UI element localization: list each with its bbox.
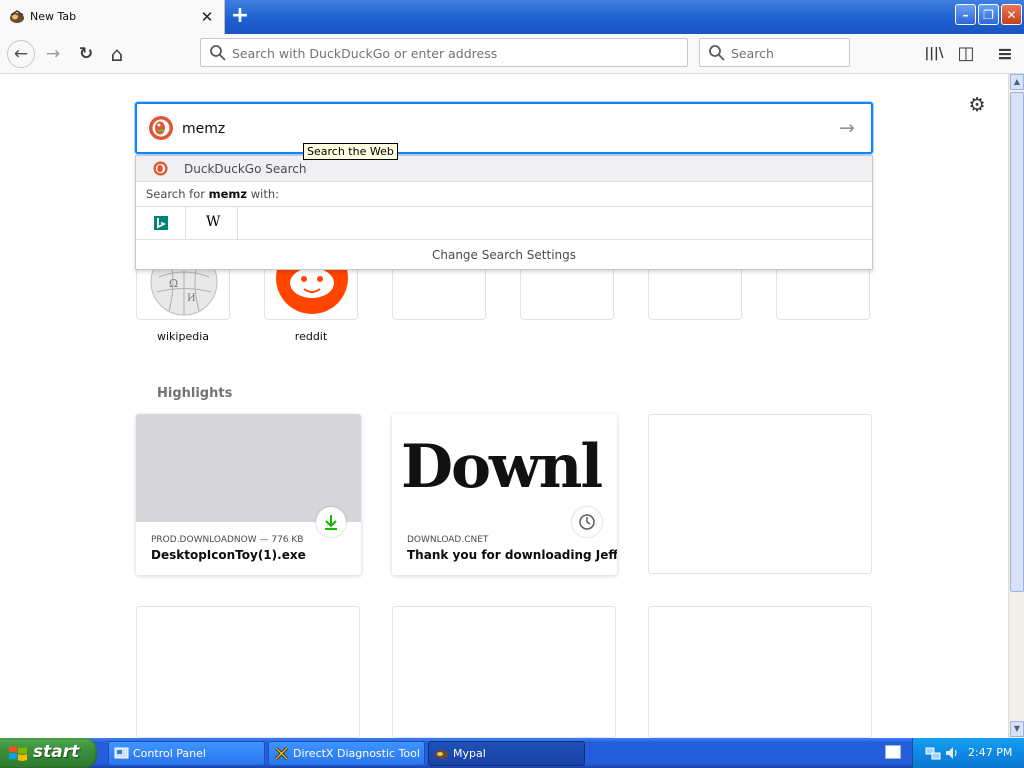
- search-for-row: Search for memz with:: [136, 182, 872, 207]
- highlight-placeholder: [136, 606, 360, 738]
- svg-text:Ω: Ω: [169, 277, 178, 290]
- wikipedia-engine-button[interactable]: W: [188, 207, 238, 239]
- highlight-placeholder: [648, 414, 872, 574]
- top-site-empty[interactable]: [776, 266, 870, 320]
- search-icon: [709, 45, 725, 61]
- vertical-scrollbar[interactable]: ▲ ▼: [1008, 74, 1024, 738]
- search-bar[interactable]: Search: [699, 38, 850, 67]
- sidebar-icon[interactable]: ◫: [954, 42, 978, 66]
- search-for-suffix: with:: [247, 187, 280, 201]
- highlight-source: PROD.DOWNLOADNOW — 776 KB: [151, 535, 304, 545]
- address-bar[interactable]: Search with DuckDuckGo or enter address: [200, 38, 688, 67]
- task-label: Mypal: [453, 747, 486, 760]
- tab-close-icon[interactable]: ✕: [198, 8, 216, 26]
- home-button[interactable]: ⌂: [105, 42, 129, 66]
- task-label: DirectX Diagnostic Tool: [293, 747, 420, 760]
- scroll-thumb[interactable]: [1010, 92, 1024, 592]
- search-suggestions-popup: DuckDuckGo Search Search for memz with: …: [135, 155, 873, 270]
- highlight-card[interactable]: PROD.DOWNLOADNOW — 776 KB DesktopIconToy…: [136, 414, 361, 575]
- bing-engine-button[interactable]: [136, 207, 186, 239]
- system-tray: 2:47 PM: [912, 738, 1024, 768]
- menu-icon[interactable]: ≡: [993, 42, 1017, 66]
- close-window-button[interactable]: ✕: [1001, 4, 1022, 25]
- duckduckgo-icon: [149, 116, 173, 140]
- restore-button[interactable]: ❐: [978, 4, 999, 25]
- top-site-label: wikipedia: [156, 330, 209, 343]
- highlight-placeholder: [648, 606, 872, 738]
- search-for-text: Search for memz with:: [146, 187, 279, 201]
- download-icon: [316, 507, 346, 537]
- forward-button[interactable]: →: [41, 42, 65, 66]
- top-site-reddit[interactable]: [264, 266, 358, 320]
- top-site-wikipedia[interactable]: Ω И: [136, 266, 230, 320]
- thumbnail-text: Downl: [401, 432, 603, 502]
- change-search-settings-button[interactable]: Change Search Settings: [136, 240, 872, 270]
- highlight-title: Thank you for downloading Jeff'...: [407, 548, 617, 562]
- top-site-label: reddit: [294, 330, 328, 343]
- reload-button[interactable]: ↻: [74, 42, 98, 66]
- search-icon: [210, 45, 226, 61]
- search-for-term: memz: [208, 187, 248, 201]
- settings-gear-icon[interactable]: ⚙: [966, 94, 988, 116]
- search-placeholder: Search: [731, 46, 774, 61]
- clock[interactable]: 2:47 PM: [968, 746, 1012, 759]
- start-button[interactable]: start: [0, 738, 97, 768]
- new-tab-button[interactable]: +: [228, 5, 252, 29]
- minimize-button[interactable]: –: [955, 4, 976, 25]
- taskbar-item-mypal[interactable]: Mypal: [428, 741, 585, 766]
- control-panel-icon: [114, 747, 129, 759]
- one-off-engines-row: W: [136, 207, 872, 240]
- top-site-empty[interactable]: [648, 266, 742, 320]
- library-icon[interactable]: |||\: [922, 42, 946, 66]
- search-go-arrow-icon[interactable]: →: [836, 117, 858, 139]
- duckduckgo-icon: [153, 161, 168, 176]
- top-site-empty[interactable]: [520, 266, 614, 320]
- highlight-title: DesktopIconToy(1).exe: [151, 548, 306, 562]
- directx-icon: [274, 746, 289, 761]
- highlights-heading: Highlights: [157, 386, 233, 401]
- engine-label: DuckDuckGo Search: [184, 162, 307, 176]
- tab-title: New Tab: [30, 10, 77, 23]
- highlight-source: DOWNLOAD.CNET: [407, 535, 489, 545]
- clock-icon: [572, 507, 602, 537]
- keyboard-icon[interactable]: [885, 745, 901, 759]
- address-placeholder: Search with DuckDuckGo or enter address: [232, 46, 498, 61]
- mypal-icon: [435, 750, 448, 759]
- tooltip: Search the Web: [303, 143, 398, 160]
- reddit-icon: [276, 267, 348, 314]
- bing-icon: [154, 216, 168, 230]
- highlight-thumbnail: [136, 414, 361, 522]
- taskbar-item-directx[interactable]: DirectX Diagnostic Tool: [268, 741, 425, 766]
- search-for-prefix: Search for: [146, 187, 209, 201]
- tab-new-tab[interactable]: New Tab ✕: [0, 0, 225, 34]
- speaker-icon[interactable]: [944, 745, 960, 761]
- task-label: Control Panel: [133, 747, 206, 760]
- mypal-favicon-icon: [10, 10, 24, 23]
- top-site-empty[interactable]: [392, 266, 486, 320]
- engine-row[interactable]: DuckDuckGo Search: [136, 156, 872, 182]
- scroll-up-icon[interactable]: ▲: [1010, 74, 1024, 90]
- highlight-placeholder: [392, 606, 616, 738]
- newtab-search-input[interactable]: memz →: [135, 102, 873, 154]
- scroll-down-icon[interactable]: ▼: [1010, 721, 1024, 737]
- taskbar-item-control-panel[interactable]: Control Panel: [108, 741, 265, 766]
- network-icon[interactable]: [925, 745, 941, 761]
- wikipedia-globe-icon: Ω И: [150, 267, 218, 316]
- highlight-thumbnail: Downl: [392, 414, 617, 522]
- back-button[interactable]: ←: [7, 40, 35, 68]
- search-query-text: memz: [182, 121, 226, 137]
- windows-flag-icon: [9, 746, 27, 761]
- wikipedia-icon: W: [206, 214, 221, 230]
- highlight-card[interactable]: Downl DOWNLOAD.CNET Thank you for downlo…: [392, 414, 617, 575]
- start-label: start: [33, 742, 80, 762]
- svg-text:И: И: [187, 293, 196, 304]
